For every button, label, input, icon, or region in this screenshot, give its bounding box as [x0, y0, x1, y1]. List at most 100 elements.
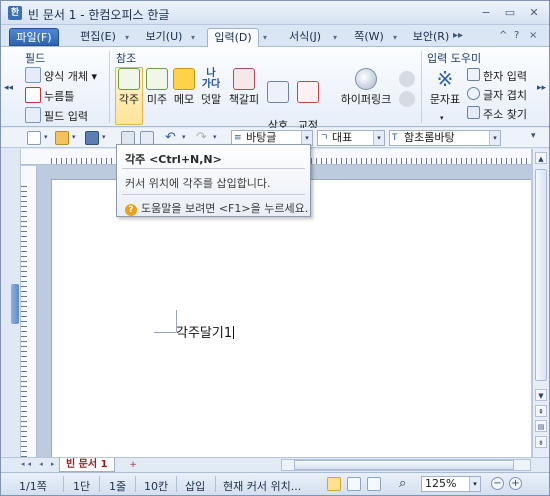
new-document-icon[interactable]: [27, 131, 41, 145]
scroll-up-icon[interactable]: ▲: [535, 152, 547, 164]
help-icon[interactable]: ?: [514, 30, 519, 41]
horizontal-scrollbar[interactable]: [281, 459, 531, 471]
font-combo[interactable]: T 함초롬바탕 ▾: [389, 130, 501, 146]
restore-icon[interactable]: ▭: [501, 6, 519, 20]
tab-page[interactable]: 쪽(W): [349, 28, 389, 46]
minimize-icon[interactable]: −: [477, 6, 495, 20]
window-title: 빈 문서 1 - 한컴오피스 한글: [28, 8, 170, 22]
tab-format-dropdown-icon[interactable]: ▾: [333, 33, 337, 42]
doc-close-icon[interactable]: ×: [529, 30, 537, 41]
hyperlink-label: 하이퍼링크: [340, 93, 392, 106]
status-page: 1/1쪽: [19, 480, 47, 493]
symbol-table-button[interactable]: ※ 문자표: [427, 68, 463, 106]
form-object-button[interactable]: 양식 개체 ▾: [44, 68, 97, 84]
tab-page-dropdown-icon[interactable]: ▾: [393, 33, 397, 42]
endnote-button[interactable]: 미주: [144, 68, 170, 106]
tooltip-divider: [122, 194, 305, 195]
ribbon-collapse-icon[interactable]: ^: [499, 30, 507, 41]
ruby-icon-top: 나: [206, 68, 216, 79]
document-tab-active[interactable]: 빈 문서 1: [59, 458, 115, 472]
zoom-out-icon[interactable]: −: [491, 477, 504, 490]
click-here-icon: [25, 87, 41, 103]
vertical-scroll-thumb[interactable]: [535, 169, 547, 381]
tab-input[interactable]: 입력(D): [207, 28, 259, 48]
undo-dropdown-icon[interactable]: ▾: [182, 133, 186, 141]
new-tab-icon[interactable]: +: [126, 459, 140, 471]
zoom-combo[interactable]: 125% ▾: [421, 476, 481, 492]
vertical-scrollbar[interactable]: ▲ ▼ ⇞ ▤ ⇟: [532, 149, 549, 457]
close-icon[interactable]: ✕: [525, 6, 543, 20]
footnote-tooltip: 각주 <Ctrl+N,N> 커서 위치에 각주를 삽입합니다. ? 도움말을 보려…: [116, 144, 311, 217]
language-dropdown-icon[interactable]: ▾: [373, 131, 384, 145]
click-here-button[interactable]: 누름틀: [44, 88, 74, 104]
char-overlap-button[interactable]: 글자 겹치: [483, 87, 527, 103]
normal-view-icon[interactable]: [327, 477, 341, 491]
symbol-table-icon: ※: [436, 67, 454, 91]
side-panel-handle[interactable]: [11, 284, 19, 324]
print-icon[interactable]: [121, 131, 135, 145]
tab-nav-arrows-icon[interactable]: ◂◂ ◂ ▸: [21, 460, 58, 468]
tab-file[interactable]: 파일(F): [9, 28, 59, 46]
ruby-button[interactable]: 나 가다 덧말: [198, 68, 224, 106]
ribbon-scroll-right-icon[interactable]: ▸▸: [537, 83, 546, 93]
hwp-app-icon[interactable]: 한: [8, 6, 22, 20]
zoom-in-icon[interactable]: +: [509, 477, 522, 490]
menu-bar: 파일(F) 편집(E) ▾ 보기(U) ▾ 입력(D) ▾ 서식(J) ▾ 쪽(…: [1, 25, 549, 48]
group-label-input-helper: 입력 도우미: [427, 52, 482, 65]
page-up-icon[interactable]: ⇞: [535, 405, 547, 417]
print-preview-icon[interactable]: [140, 131, 154, 145]
zoom-magnifier-icon[interactable]: ⌕: [399, 476, 406, 491]
tab-format[interactable]: 서식(J): [281, 28, 329, 46]
page-view-icon[interactable]: ▤: [535, 420, 547, 432]
vertical-ruler[interactable]: [21, 166, 37, 457]
footnote-icon: [118, 68, 140, 90]
bookmark-button[interactable]: 책갈피: [227, 68, 261, 106]
address-search-button[interactable]: 주소 찾기: [483, 106, 527, 122]
tab-view[interactable]: 보기(U): [139, 28, 189, 46]
tab-input-dropdown-icon[interactable]: ▾: [263, 33, 267, 42]
field-input-button[interactable]: 필드 입력: [44, 108, 88, 124]
unlink-small-icon[interactable]: [399, 91, 415, 107]
link-small-icon[interactable]: [399, 71, 415, 87]
hanja-input-button[interactable]: 한자 입력: [483, 68, 527, 84]
undo-icon[interactable]: ↶: [165, 131, 179, 145]
status-section: 1단: [73, 480, 91, 493]
tab-edit[interactable]: 편집(E): [73, 28, 123, 46]
open-dropdown-icon[interactable]: ▾: [72, 133, 76, 141]
document-text[interactable]: 각주달기1: [176, 322, 235, 341]
memo-button[interactable]: 메모: [171, 68, 197, 106]
bookmark-icon: [233, 68, 255, 90]
hyperlink-button[interactable]: 하이퍼링크: [337, 68, 395, 106]
horizontal-scroll-thumb[interactable]: [294, 460, 514, 470]
scroll-down-icon[interactable]: ▼: [535, 389, 547, 401]
page-down-icon[interactable]: ⇟: [535, 436, 547, 448]
document-page[interactable]: 각주달기1: [51, 179, 531, 457]
language-combo[interactable]: ㄱ 대표 ▾: [317, 130, 385, 146]
font-type-icon: T: [392, 133, 398, 143]
style-dropdown-icon[interactable]: ▾: [301, 131, 312, 145]
tooltip-title: 각주 <Ctrl+N,N>: [125, 153, 222, 166]
footnote-button[interactable]: 각주: [115, 67, 143, 125]
toolbar-more-icon[interactable]: ▾: [531, 131, 536, 141]
tab-more-icon[interactable]: ▸▸: [453, 30, 463, 41]
new-document-dropdown-icon[interactable]: ▾: [44, 133, 48, 141]
symbol-table-dropdown-icon[interactable]: ▾: [440, 114, 444, 122]
tab-view-dropdown-icon[interactable]: ▾: [191, 33, 195, 42]
redo-icon: ↷: [196, 130, 207, 145]
tab-edit-dropdown-icon[interactable]: ▾: [125, 33, 129, 42]
ruler-ticks: [21, 186, 27, 457]
status-bar: 1/1쪽 1단 1줄 10칸 삽입 현재 커서 위치... ⌕ 125% ▾ −…: [1, 472, 549, 495]
status-insert-mode[interactable]: 삽입: [185, 478, 205, 494]
page-view-icon[interactable]: [347, 477, 361, 491]
ribbon-scroll-left-icon[interactable]: ◂◂: [4, 83, 13, 93]
save-dropdown-icon[interactable]: ▾: [102, 133, 106, 141]
tooltip-help: ? 도움말을 보려면 <F1>을 누르세요.: [125, 200, 308, 216]
tab-security[interactable]: 보안(R): [409, 28, 453, 46]
outline-view-icon[interactable]: [367, 477, 381, 491]
open-folder-icon[interactable]: [55, 131, 69, 145]
status-message: 현재 커서 위치...: [223, 480, 302, 493]
bookmark-label: 책갈피: [228, 93, 260, 106]
font-dropdown-icon[interactable]: ▾: [489, 131, 500, 145]
save-icon[interactable]: [85, 131, 99, 145]
zoom-dropdown-icon[interactable]: ▾: [469, 477, 480, 491]
